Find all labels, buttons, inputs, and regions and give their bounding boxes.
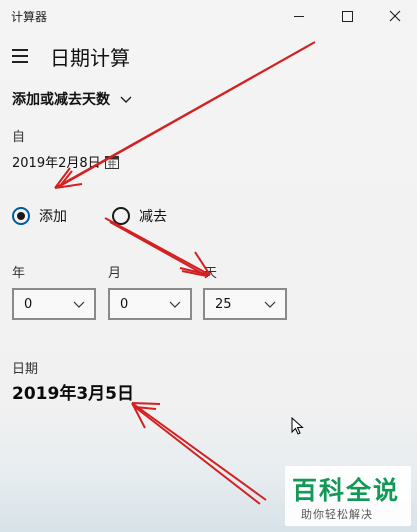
annotation-arrow-to-result: [131, 402, 267, 505]
hamburger-icon: [12, 49, 28, 51]
radio-subtract-label: 减去: [139, 209, 167, 225]
months-select[interactable]: 0: [108, 288, 192, 320]
close-button[interactable]: [372, 0, 417, 32]
result-date: 2019年3月5日: [12, 384, 134, 404]
app-title: 计算器: [11, 10, 48, 24]
radio-selected-icon: [12, 207, 30, 225]
page-title: 日期计算: [50, 46, 130, 70]
years-label: 年: [12, 266, 26, 281]
years-select[interactable]: 0: [12, 288, 96, 320]
close-icon: [389, 10, 401, 22]
watermark-logo: 百科全说 助你轻松解决: [285, 466, 411, 526]
calendar-icon: [104, 155, 119, 169]
watermark-subtext: 助你轻松解决: [301, 508, 373, 521]
months-label: 月: [108, 266, 122, 281]
calculator-window: 计算器 日期计算 添加或减去天数 自 2019年2月8日 添加 减去 年 月 天…: [0, 0, 417, 532]
from-label: 自: [12, 130, 26, 145]
years-value: 0: [24, 296, 33, 312]
chevron-down-icon: [73, 301, 85, 308]
chevron-down-icon: [120, 96, 132, 103]
radio-add[interactable]: 添加: [12, 206, 67, 226]
watermark-text: 百科全说: [292, 476, 401, 505]
days-label: 天: [204, 266, 218, 281]
mouse-cursor-icon: [291, 417, 304, 435]
mode-dropdown[interactable]: 添加或减去天数: [12, 89, 134, 109]
radio-add-label: 添加: [39, 209, 67, 225]
chevron-down-icon: [264, 301, 276, 308]
days-value: 25: [215, 296, 232, 312]
from-date-picker[interactable]: 2019年2月8日: [12, 152, 119, 171]
days-select[interactable]: 25: [203, 288, 287, 320]
from-date-value: 2019年2月8日: [12, 156, 101, 171]
months-value: 0: [120, 296, 129, 312]
minimize-icon: [294, 15, 304, 17]
chevron-down-icon: [169, 301, 181, 308]
maximize-button[interactable]: [324, 0, 370, 32]
radio-unselected-icon: [112, 207, 130, 225]
title-bar: 计算器: [0, 0, 417, 32]
minimize-button[interactable]: [276, 0, 322, 32]
radio-subtract[interactable]: 减去: [112, 206, 167, 226]
menu-button[interactable]: [12, 46, 34, 66]
result-label: 日期: [12, 362, 39, 377]
mode-label: 添加或减去天数: [12, 92, 110, 108]
maximize-icon: [341, 10, 353, 22]
